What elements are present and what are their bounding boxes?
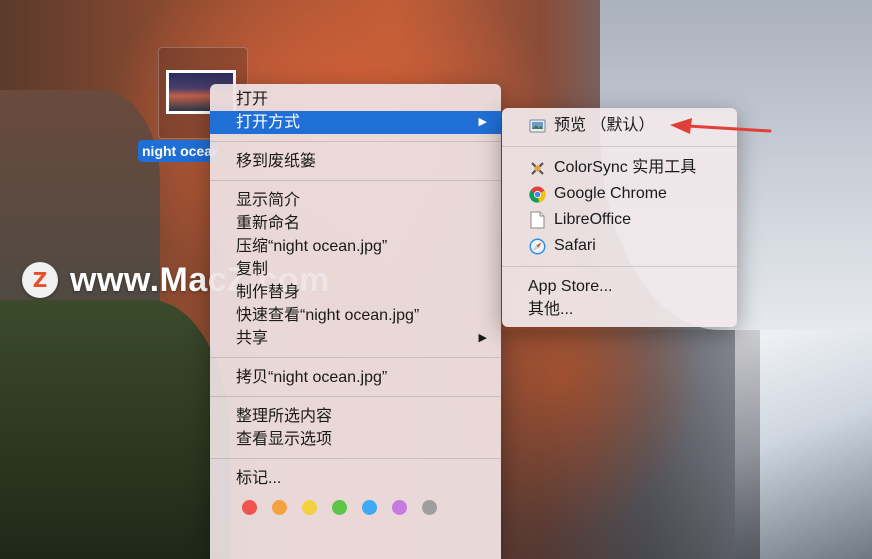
menu-item-label: 重新命名 [236, 215, 301, 232]
submenu-item-label: App Store... [528, 278, 613, 295]
menu-item-label: 打开 [236, 91, 269, 108]
wallpaper-forest [0, 300, 230, 559]
submenu-item-chrome[interactable]: Google Chrome [502, 181, 737, 207]
menu-item-rename[interactable]: 重新命名 [210, 212, 501, 235]
tag-red-dot[interactable] [242, 500, 257, 515]
menu-separator [210, 180, 501, 181]
menu-item-label: 标记... [236, 470, 282, 487]
tag-orange-dot[interactable] [272, 500, 287, 515]
menu-item-copy[interactable]: 拷贝“night ocean.jpg” [210, 366, 501, 389]
menu-item-label: 快速查看“night ocean.jpg” [236, 307, 420, 324]
submenu-item-other[interactable]: 其他... [502, 298, 737, 321]
submenu-separator [502, 266, 737, 267]
menu-item-quick-look[interactable]: 快速查看“night ocean.jpg” [210, 304, 501, 327]
libreoffice-icon [528, 211, 546, 229]
submenu-arrow-icon: ▶ [478, 332, 487, 344]
submenu-item-colorsync[interactable]: ColorSync 实用工具 [502, 155, 737, 181]
submenu-item-app-store[interactable]: App Store... [502, 275, 737, 298]
submenu-item-safari[interactable]: Safari [502, 233, 737, 259]
submenu-item-label: LibreOffice [554, 211, 632, 228]
menu-item-label: 拷贝“night ocean.jpg” [236, 369, 388, 386]
preview-icon [528, 117, 546, 135]
menu-item-label: 查看显示选项 [236, 431, 333, 448]
menu-item-duplicate[interactable]: 复制 [210, 258, 501, 281]
submenu-item-label: 其他... [528, 301, 574, 318]
menu-item-clean-up-selection[interactable]: 整理所选内容 [210, 405, 501, 428]
menu-item-label: 显示简介 [236, 192, 301, 209]
menu-separator [210, 357, 501, 358]
tag-blue-dot[interactable] [362, 500, 377, 515]
menu-item-label: 整理所选内容 [236, 408, 333, 425]
menu-item-label: 共享 [236, 330, 269, 347]
submenu-item-label: 预览 （默认） [554, 117, 655, 134]
menu-separator [210, 458, 501, 459]
submenu-item-label: ColorSync 实用工具 [554, 159, 697, 176]
menu-separator [210, 141, 501, 142]
tag-green-dot[interactable] [332, 500, 347, 515]
wallpaper-cliff [500, 330, 760, 559]
context-menu: 打开 打开方式 ▶ 移到废纸篓 显示简介 重新命名 压缩“night ocean.… [210, 84, 501, 559]
menu-item-open-with[interactable]: 打开方式 ▶ [210, 111, 501, 134]
submenu-separator [502, 146, 737, 147]
watermark-logo-letter: Z [32, 268, 48, 292]
safari-icon [528, 237, 546, 255]
submenu-item-label: Safari [554, 237, 596, 254]
menu-item-compress[interactable]: 压缩“night ocean.jpg” [210, 235, 501, 258]
menu-item-label: 复制 [236, 261, 269, 278]
file-name-label[interactable]: night ocean.jpg [138, 140, 218, 162]
menu-item-label: 打开方式 [236, 114, 301, 131]
tag-gray-dot[interactable] [422, 500, 437, 515]
menu-separator [210, 396, 501, 397]
menu-item-label: 压缩“night ocean.jpg” [236, 238, 388, 255]
watermark-logo-icon: Z [22, 262, 58, 298]
menu-item-get-info[interactable]: 显示简介 [210, 189, 501, 212]
menu-item-share[interactable]: 共享 ▶ [210, 327, 501, 350]
submenu-item-label: Google Chrome [554, 185, 667, 202]
tag-color-row [210, 500, 501, 515]
menu-item-tags[interactable]: 标记... [210, 467, 501, 490]
open-with-submenu: 预览 （默认） ColorSync 实用工具 Google Chrome Lib… [502, 108, 737, 327]
menu-item-label: 制作替身 [236, 284, 301, 301]
colorsync-icon [528, 159, 546, 177]
menu-item-show-view-options[interactable]: 查看显示选项 [210, 428, 501, 451]
menu-item-move-to-trash[interactable]: 移到废纸篓 [210, 150, 501, 173]
submenu-item-libreoffice[interactable]: LibreOffice [502, 207, 737, 233]
submenu-arrow-icon: ▶ [478, 116, 487, 128]
tag-purple-dot[interactable] [392, 500, 407, 515]
menu-item-make-alias[interactable]: 制作替身 [210, 281, 501, 304]
menu-item-open[interactable]: 打开 [210, 88, 501, 111]
chrome-icon [528, 185, 546, 203]
menu-item-label: 移到废纸篓 [236, 153, 317, 170]
annotation-arrow-icon [670, 118, 772, 134]
tag-yellow-dot[interactable] [302, 500, 317, 515]
